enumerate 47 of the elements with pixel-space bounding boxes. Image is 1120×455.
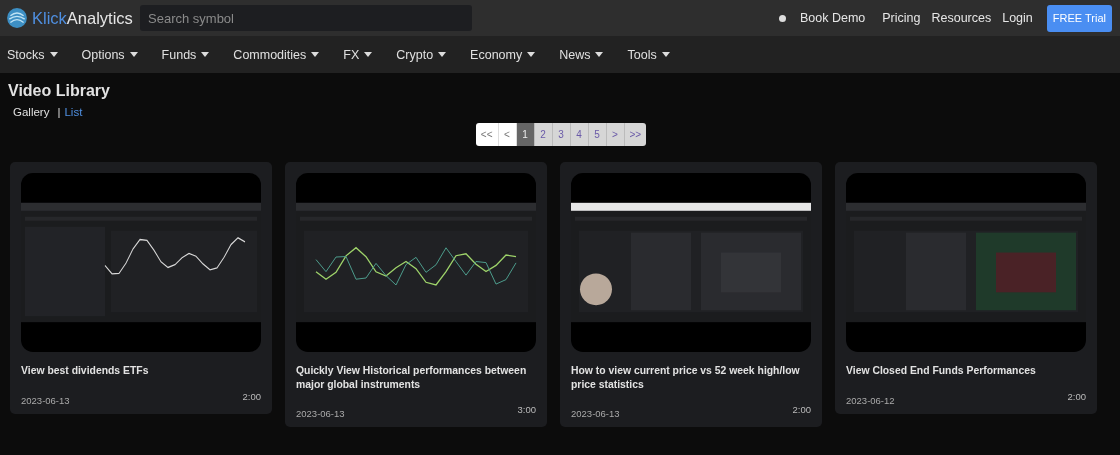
- header-link[interactable]: Resources: [931, 11, 992, 25]
- caret-icon[interactable]: [595, 52, 604, 57]
- caret-icon[interactable]: [311, 52, 320, 57]
- logo-text[interactable]: KlickAnalytics: [32, 8, 133, 28]
- video-duration: 2:00: [792, 404, 811, 415]
- video-title[interactable]: Quickly View Historical performances between major global instruments: [296, 364, 536, 391]
- video-date: 2023-06-13: [571, 408, 620, 419]
- video-card[interactable]: Quickly View Historical performances between major global instruments 2023-06-13 3:00: [285, 162, 547, 427]
- header-link[interactable]: Book Demo: [799, 11, 866, 25]
- video-date: 2023-06-13: [296, 408, 345, 419]
- nav-menu-item[interactable]: Options: [81, 47, 138, 62]
- caret-icon[interactable]: [364, 52, 373, 57]
- nav-menu-item[interactable]: FX: [343, 47, 373, 62]
- header-link[interactable]: Login: [1002, 11, 1033, 25]
- search-field[interactable]: Search symbol: [140, 5, 472, 31]
- video-title[interactable]: View best dividends ETFs: [21, 364, 261, 378]
- nav-menu-item[interactable]: Tools: [627, 47, 670, 62]
- logo-icon: [6, 7, 28, 29]
- caret-icon[interactable]: [49, 52, 58, 57]
- header-link[interactable]: Pricing: [882, 11, 921, 25]
- video-card[interactable]: How to view current price vs 52 week high/low price statistics 2023-06-13 2:00: [560, 162, 822, 427]
- nav-menu-item[interactable]: Stocks: [7, 47, 58, 62]
- video-duration: 2:00: [242, 390, 261, 402]
- page-button[interactable]: >>: [624, 123, 647, 146]
- nav-menu-item[interactable]: Commodities: [233, 47, 320, 62]
- separator: |: [57, 106, 61, 118]
- video-date: 2023-06-12: [846, 394, 895, 406]
- view-link[interactable]: Gallery: [13, 106, 50, 118]
- video-title[interactable]: View Closed End Funds Performances: [846, 364, 1086, 378]
- video-duration: 3:00: [517, 404, 536, 415]
- video-card[interactable]: View Closed End Funds Performances 2023-06-12 2:00: [835, 162, 1097, 414]
- circle-icon[interactable]: [778, 14, 786, 22]
- caret-icon[interactable]: [661, 52, 670, 57]
- caret-icon[interactable]: [201, 52, 210, 57]
- caret-icon[interactable]: [527, 52, 536, 57]
- page-title: Video Library: [8, 82, 111, 100]
- nav-menu-item[interactable]: Crypto: [396, 47, 447, 62]
- caret-icon[interactable]: [438, 52, 447, 57]
- view-link[interactable]: List: [64, 106, 83, 118]
- video-date: 2023-06-13: [21, 394, 70, 406]
- nav-menu-item[interactable]: News: [559, 47, 604, 62]
- nav-menu-item[interactable]: Funds: [161, 47, 210, 62]
- video-duration: 2:00: [1067, 390, 1086, 402]
- video-title[interactable]: How to view current price vs 52 week high/low price statistics: [571, 364, 811, 391]
- caret-icon[interactable]: [129, 52, 138, 57]
- video-card[interactable]: View best dividends ETFs 2023-06-13 2:00: [10, 162, 272, 414]
- nav-menu-item[interactable]: Economy: [470, 47, 536, 62]
